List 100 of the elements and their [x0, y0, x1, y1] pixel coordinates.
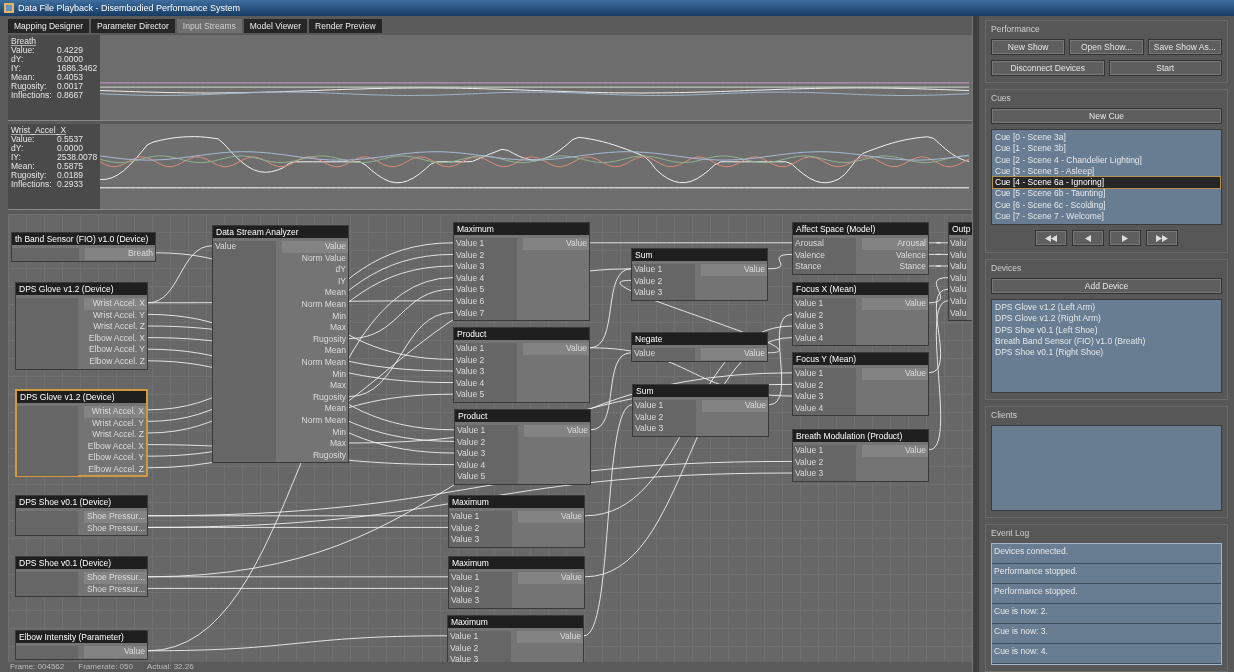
- port-label: Valence: [894, 249, 927, 262]
- show-button[interactable]: New Show: [991, 39, 1066, 55]
- node-card[interactable]: DPS Glove v1.2 (Device) Wrist Accel. X Wrist Accel. Y Wrist Accel. Z Elbow Accel. X Elbow Accel. Y Elbow Accel. Z: [15, 282, 148, 370]
- show-button[interactable]: Open Show...: [1069, 39, 1144, 55]
- node-title: Affect Space (Model): [796, 224, 876, 234]
- add-device-button[interactable]: Add Device: [991, 278, 1222, 294]
- node-card[interactable]: Sum Value 1 Value 2 Value 3 Value: [632, 384, 769, 437]
- splitter-handle[interactable]: [972, 16, 979, 672]
- port-label: Value 3: [634, 423, 665, 435]
- port-label: Value 1: [449, 631, 480, 643]
- device-item[interactable]: DPS Shoe v0.1 (Right Shoe): [993, 347, 1220, 359]
- port-label: Value 2: [449, 642, 480, 655]
- cue-item[interactable]: Cue [7 - Scene 7 - Welcome]: [993, 211, 1220, 223]
- stream-name: Wrist_Accel_X: [11, 126, 67, 136]
- cue-item[interactable]: Cue [3 - Scene 5 - Asleep]: [993, 165, 1220, 178]
- port-label: Valu: [949, 249, 968, 262]
- node-card[interactable]: Negate Value Value: [631, 332, 768, 362]
- cue-item[interactable]: Cue [6 - Scene 6c - Scolding]: [993, 199, 1220, 212]
- port-label: Value: [518, 572, 584, 584]
- node-card[interactable]: Maximum Value 1 Value 2 Value 3 Value: [447, 615, 584, 662]
- port-label: Value: [83, 646, 147, 658]
- node-title: DPS Shoe v0.1 (Device): [19, 558, 112, 568]
- node-card[interactable]: DPS Glove v1.2 (Device) Wrist Accel. X Wrist Accel. Y Wrist Accel. Z Elbow Accel. X Elbow Accel. Y Elbow Accel. Z: [15, 389, 148, 477]
- port-label: Min: [331, 426, 347, 439]
- performance-button[interactable]: Start: [1108, 60, 1222, 76]
- stat-label: Mean:: [11, 73, 35, 83]
- node-card[interactable]: Outp Valu Valu Valu Valu Valu Valu Valu: [948, 222, 972, 322]
- node-card[interactable]: Elbow Intensity (Parameter) Value: [15, 630, 148, 660]
- port-label: Value 2: [633, 275, 664, 288]
- cue-item[interactable]: Cue [0 - Scene 3a]: [993, 132, 1220, 144]
- port-label: Rugosity: [311, 391, 347, 404]
- port-label: Value 4: [794, 402, 825, 415]
- cue-item[interactable]: Cue [5 - Scene 6b - Taunting]: [993, 188, 1220, 200]
- performance-button[interactable]: Disconnect Devices: [991, 60, 1105, 76]
- port-label: Elbow Accel. Y: [86, 452, 145, 464]
- stat-value: 1686.3462: [57, 64, 98, 74]
- port-label: Shoe Pressur...: [83, 572, 147, 584]
- node-card[interactable]: Focus X (Mean) Value 1 Value 2 Value 3 Value 4 Value: [792, 282, 929, 347]
- port-label: Rugosity: [311, 449, 347, 462]
- log-entry: Cue is now: 4.: [992, 644, 1221, 664]
- node-card[interactable]: Sum Value 1 Value 2 Value 3 Value: [631, 248, 768, 301]
- show-button[interactable]: Save Show As...: [1147, 39, 1222, 55]
- device-item[interactable]: DPS Glove v1.2 (Right Arm): [993, 313, 1220, 325]
- port-label: Value 1: [633, 264, 664, 276]
- stat-label: dY:: [11, 144, 25, 154]
- cue-item[interactable]: Cue [4 - Scene 6a - Ignoring]: [993, 177, 1220, 189]
- port-label: Rugosity: [311, 333, 347, 346]
- group-title: Cues: [991, 93, 1012, 103]
- double-left-triangle-icon: [1045, 234, 1057, 242]
- tab[interactable]: Mapping Designer: [8, 19, 89, 33]
- cue-item[interactable]: Cue [1 - Scene 3b]: [993, 143, 1220, 155]
- node-title: th Band Sensor (FIO) v1.0 (Device): [15, 234, 149, 244]
- device-item[interactable]: DPS Shoe v0.1 (Left Shoe): [993, 324, 1220, 336]
- app-icon: [4, 3, 14, 13]
- node-card[interactable]: DPS Shoe v0.1 (Device) Shoe Pressur... Shoe Pressur...: [15, 495, 148, 537]
- tab[interactable]: Model Viewer: [243, 19, 308, 33]
- first-cue-button[interactable]: [1035, 230, 1067, 246]
- node-card[interactable]: Focus Y (Mean) Value 1 Value 2 Value 3 Value 4 Value: [792, 352, 929, 417]
- port-label: Arousal: [862, 238, 928, 250]
- port-label: Value 2: [456, 436, 487, 449]
- stat-value: 0.8667: [57, 91, 83, 101]
- stat-label: dY:: [11, 55, 25, 65]
- tab[interactable]: Parameter Director: [91, 19, 175, 33]
- port-label: Mean: [323, 403, 347, 415]
- node-card[interactable]: Affect Space (Model) Arousal Valence Stance Arousal Valence Stance: [792, 222, 929, 275]
- port-label: IY: [336, 275, 347, 288]
- node-card[interactable]: Data Stream Analyzer Value Value Norm Value dY IY Mean Norm Mean Min Max Rugosity Mean Norm Mean Min Max Rugosity Mean Norm Mean Min Max Rugosity: [212, 225, 349, 464]
- port-label: dY: [334, 264, 347, 276]
- previous-cue-button[interactable]: [1072, 230, 1104, 246]
- node-card[interactable]: Maximum Value 1 Value 2 Value 3 Value 4 Value 5 Value 6 Value 7 Value: [453, 222, 590, 322]
- stat-value: 0.5875: [57, 162, 83, 172]
- device-item[interactable]: DPS Glove v1.2 (Left Arm): [993, 302, 1220, 314]
- node-title: Maximum: [452, 558, 489, 568]
- node-card[interactable]: Product Value 1 Value 2 Value 3 Value 4 Value 5 Value: [453, 327, 590, 403]
- node-title: Elbow Intensity (Parameter): [19, 632, 124, 642]
- port-label: Value 3: [450, 534, 481, 546]
- node-card[interactable]: th Band Sensor (FIO) v1.0 (Device) Breath: [11, 232, 156, 262]
- log-entry: Cue is now: 2.: [992, 604, 1221, 624]
- cue-item[interactable]: Cue [2 - Scene 4 - Chandelier Lighting]: [993, 154, 1220, 166]
- device-item[interactable]: Breath Band Sensor (FIO) v1.0 (Breath): [993, 335, 1220, 348]
- next-cue-button[interactable]: [1109, 230, 1141, 246]
- last-cue-button[interactable]: [1146, 230, 1178, 246]
- port-label: Value: [214, 241, 238, 253]
- tab[interactable]: Render Preview: [309, 19, 382, 33]
- node-card[interactable]: Breath Modulation (Product) Value 1 Value 2 Value 3 Value: [792, 429, 929, 482]
- node-card[interactable]: Product Value 1 Value 2 Value 3 Value 4 Value 5 Value: [454, 409, 591, 485]
- port-label: Max: [328, 322, 347, 334]
- new-cue-button[interactable]: New Cue: [991, 108, 1222, 124]
- port-label: Value 2: [794, 309, 825, 322]
- port-label: Value 1: [456, 425, 487, 437]
- stat-label: Value:: [11, 46, 36, 56]
- port-label: Value: [523, 238, 589, 250]
- node-card[interactable]: DPS Shoe v0.1 (Device) Shoe Pressur... Shoe Pressur...: [15, 556, 148, 598]
- port-label: Wrist Accel. Y: [91, 309, 146, 322]
- port-label: Elbow Accel. X: [87, 332, 146, 345]
- port-label: Value 3: [794, 391, 825, 403]
- node-card[interactable]: Maximum Value 1 Value 2 Value 3 Value: [448, 556, 585, 609]
- stat-value: 0.4229: [57, 46, 83, 56]
- node-card[interactable]: Maximum Value 1 Value 2 Value 3 Value: [448, 495, 585, 548]
- port-label: Valu: [949, 307, 968, 320]
